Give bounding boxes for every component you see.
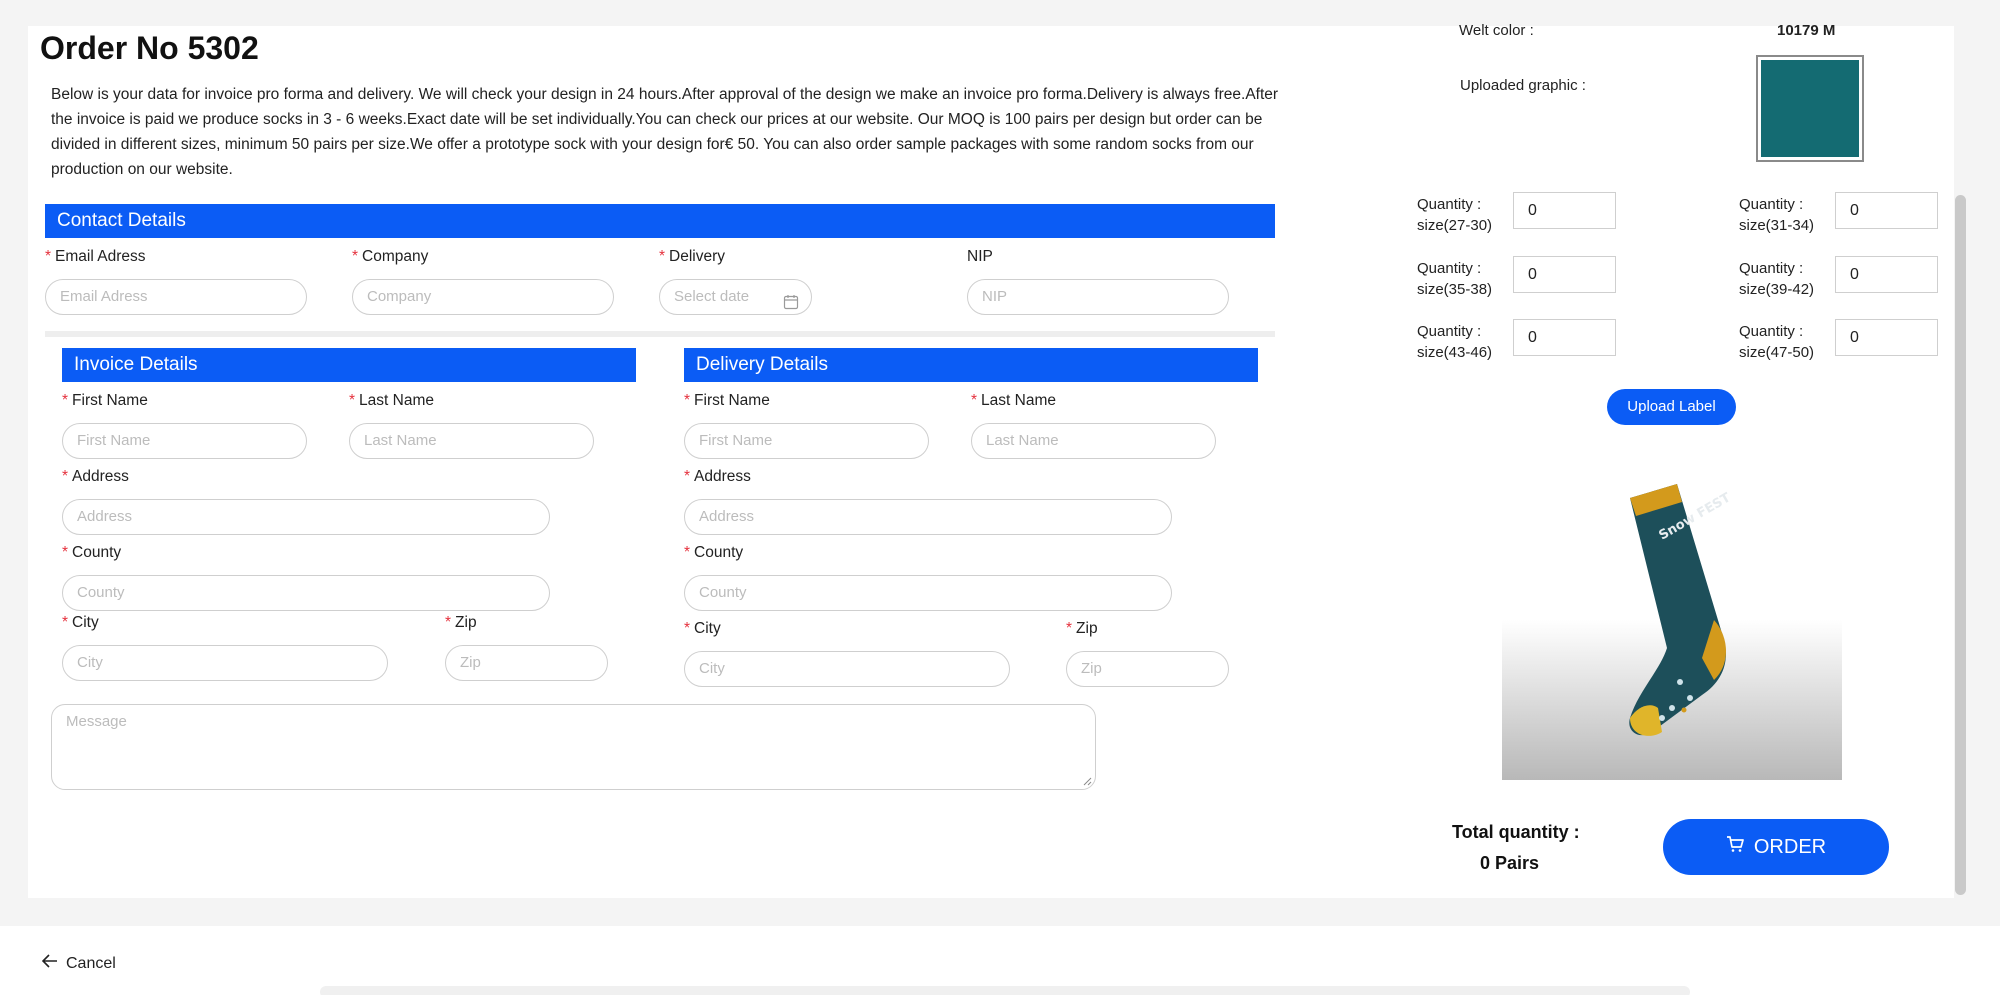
quantity-item: Quantity : size(31-34) xyxy=(1739,194,1814,236)
quantity-size: size(43-46) xyxy=(1417,344,1493,361)
delivery-city-input[interactable]: City xyxy=(684,651,1010,687)
delivery-address-label: * Address xyxy=(684,468,751,485)
invoice-zip-input[interactable]: Zip xyxy=(445,645,608,681)
order-button[interactable]: ORDER xyxy=(1663,819,1889,875)
nip-input[interactable]: NIP xyxy=(967,279,1229,315)
upload-label-button[interactable]: Upload Label xyxy=(1607,389,1736,425)
quantity-label: Quantity : xyxy=(1417,323,1482,340)
order-description: Below is your data for invoice pro forma… xyxy=(51,86,1279,178)
quantity-label: Quantity : xyxy=(1739,260,1804,277)
invoice-county-input[interactable]: County xyxy=(62,575,550,611)
quantity-input-47-50[interactable]: 0 xyxy=(1835,319,1938,356)
invoice-first-name-input[interactable]: First Name xyxy=(62,423,307,459)
invoice-city-label: * City xyxy=(62,614,99,631)
invoice-zip-label: * Zip xyxy=(445,614,477,631)
invoice-county-label: * County xyxy=(62,544,122,561)
arrow-left-icon xyxy=(41,954,58,973)
delivery-county-label: * County xyxy=(684,544,744,561)
company-input[interactable]: Company xyxy=(352,279,614,315)
delivery-first-name-label: * First Name xyxy=(684,392,770,409)
message-textarea[interactable]: Message xyxy=(51,704,1096,790)
invoice-city-input[interactable]: City xyxy=(62,645,388,681)
quantity-label: Quantity : xyxy=(1417,260,1482,277)
quantity-item: Quantity : size(43-46) xyxy=(1417,321,1492,363)
order-button-label: ORDER xyxy=(1753,835,1827,858)
total-quantity-value: 0 Pairs xyxy=(1480,853,1540,873)
resize-handle-icon[interactable] xyxy=(1082,776,1092,786)
quantity-size: size(39-42) xyxy=(1739,281,1815,298)
footer-area xyxy=(0,926,2000,995)
quantity-size: size(47-50) xyxy=(1739,344,1815,361)
company-label: * Company xyxy=(352,248,429,265)
quantity-input-35-38[interactable]: 0 xyxy=(1513,256,1616,293)
cancel-link[interactable]: Cancel xyxy=(41,954,116,973)
calendar-icon xyxy=(783,289,799,314)
welt-color-label: Welt color : xyxy=(1459,22,1534,39)
quantity-input-43-46[interactable]: 0 xyxy=(1513,319,1616,356)
email-input[interactable]: Email Adress xyxy=(45,279,307,315)
quantity-input-27-30[interactable]: 0 xyxy=(1513,192,1616,229)
delivery-zip-input[interactable]: Zip xyxy=(1066,651,1229,687)
delivery-county-input[interactable]: County xyxy=(684,575,1172,611)
invoice-address-input[interactable]: Address xyxy=(62,499,550,535)
delivery-first-name-input[interactable]: First Name xyxy=(684,423,929,459)
delivery-last-name-label: * Last Name xyxy=(971,392,1056,409)
quantity-size: size(35-38) xyxy=(1417,281,1493,298)
delivery-city-label: * City xyxy=(684,620,721,637)
uploaded-graphic-label: Uploaded graphic : xyxy=(1460,77,1586,94)
welt-color-value: 10179 M xyxy=(1777,22,1836,39)
invoice-last-name-label: * Last Name xyxy=(349,392,434,409)
quantity-item: Quantity : size(39-42) xyxy=(1739,258,1814,300)
delivery-last-name-input[interactable]: Last Name xyxy=(971,423,1216,459)
quantity-item: Quantity : size(35-38) xyxy=(1417,258,1492,300)
cancel-label: Cancel xyxy=(66,954,116,972)
sock-preview: Snow FEST xyxy=(1502,470,1842,780)
email-label: * Email Adress xyxy=(45,248,146,265)
delivery-date-picker[interactable]: Select date xyxy=(659,279,812,315)
delivery-date-placeholder: Select date xyxy=(674,288,750,305)
delivery-details-header: Delivery Details xyxy=(684,348,1258,382)
delivery-address-input[interactable]: Address xyxy=(684,499,1172,535)
invoice-first-name-label: * First Name xyxy=(62,392,148,409)
quantity-input-31-34[interactable]: 0 xyxy=(1835,192,1938,229)
delivery-date-label: * Delivery xyxy=(659,248,726,265)
quantity-label: Quantity : xyxy=(1739,196,1804,213)
delivery-zip-label: * Zip xyxy=(1066,620,1098,637)
quantity-input-39-42[interactable]: 0 xyxy=(1835,256,1938,293)
contact-details-header: Contact Details xyxy=(45,204,1275,238)
section-divider xyxy=(45,331,1275,337)
quantity-size: size(31-34) xyxy=(1739,217,1815,234)
invoice-address-label: * Address xyxy=(62,468,129,485)
quantity-size: size(27-30) xyxy=(1417,217,1493,234)
quantity-item: Quantity : size(47-50) xyxy=(1739,321,1814,363)
cart-icon xyxy=(1726,835,1744,859)
invoice-details-header: Invoice Details xyxy=(62,348,636,382)
page-title: Order No 5302 xyxy=(40,30,259,66)
uploaded-graphic-thumbnail[interactable] xyxy=(1756,55,1864,162)
nip-label: NIP xyxy=(967,248,993,265)
bottom-shadow xyxy=(320,986,1690,995)
invoice-last-name-input[interactable]: Last Name xyxy=(349,423,594,459)
quantity-label: Quantity : xyxy=(1739,323,1804,340)
graphic-swatch xyxy=(1761,60,1859,157)
total-quantity-label: Total quantity : xyxy=(1452,822,1580,842)
message-placeholder: Message xyxy=(66,713,127,730)
quantity-label: Quantity : xyxy=(1417,196,1482,213)
quantity-item: Quantity : size(27-30) xyxy=(1417,194,1492,236)
scrollbar-thumb[interactable] xyxy=(1955,195,1966,895)
